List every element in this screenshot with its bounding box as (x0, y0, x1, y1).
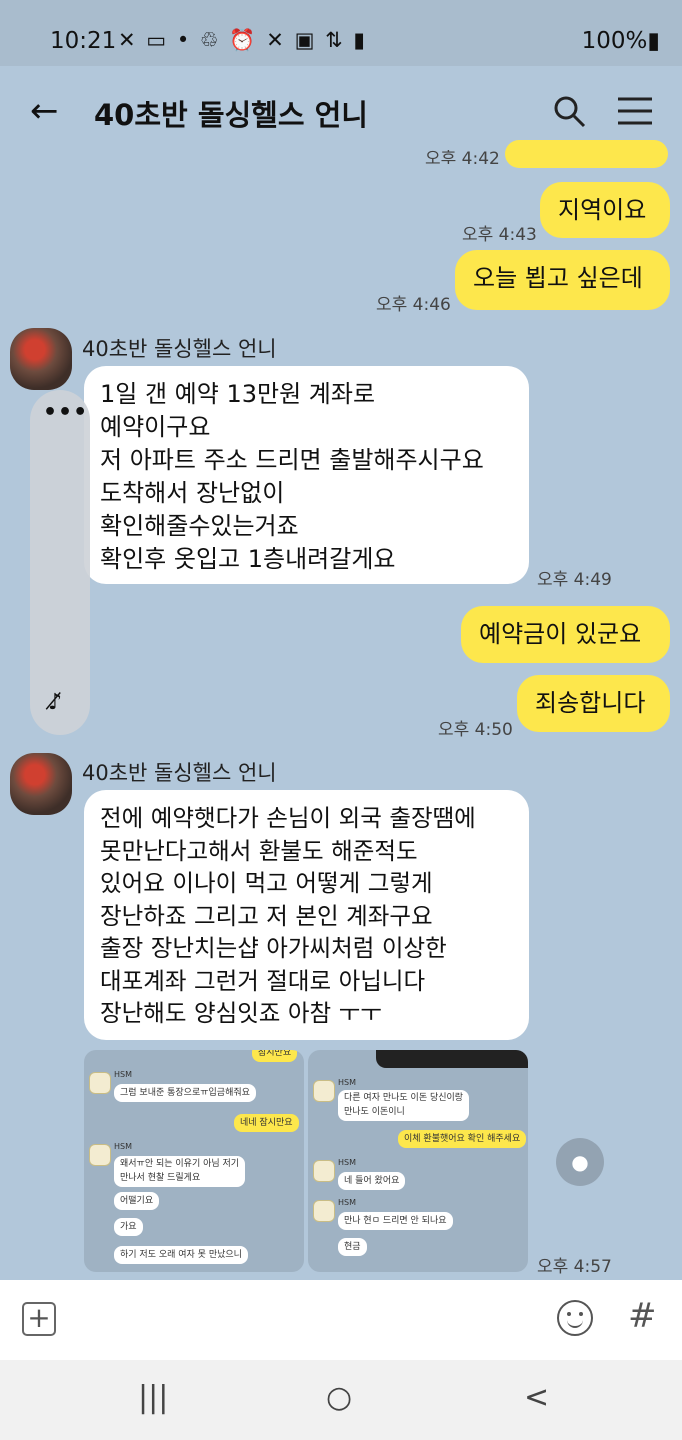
mute-icon[interactable]: ♪̸ (48, 690, 62, 715)
their-message-bubble[interactable]: 전에 예약햇다가 손님이 외국 출장땜에 못만난다고해서 환불도 해준적도 있어… (84, 790, 529, 1040)
mute-icon: ✕ (266, 28, 286, 52)
message-text: 오늘 뵙고 싶은데 (473, 264, 643, 292)
message-text: 예약금이 있군요 (479, 620, 642, 648)
emoji-icon[interactable] (557, 1300, 593, 1336)
emoji-eye (567, 1312, 571, 1316)
alarm-icon: ⏰ (229, 28, 258, 52)
emoji-eye (579, 1312, 583, 1316)
message-time: 오후 4:49 (537, 570, 612, 590)
battery-icon: ▮ (647, 28, 660, 54)
message-line: 예약이구요 (100, 413, 211, 441)
system-navigation-bar: ||| ○ < (0, 1360, 682, 1440)
dot-icon: • (176, 28, 192, 52)
message-line: 전에 예약햇다가 손님이 외국 출장땜에 (100, 804, 476, 832)
shot-text: 왜서ㅠ안 되는 이유기 아님 저기 만나서 현찰 드릴게요 (114, 1156, 246, 1187)
shot-text-line: 왜서ㅠ안 되는 이유기 아님 저기 (120, 1159, 240, 1169)
avatar[interactable] (10, 753, 72, 815)
chat-title: 40초반 돌싱헬스 언니 (94, 98, 368, 132)
my-message-bubble[interactable]: 오늘 뵙고 싶은데 (455, 250, 670, 310)
message-time: 오후 4:57 (537, 1257, 612, 1277)
hashtag-icon[interactable]: # (628, 1296, 657, 1336)
status-time: 10:21 (50, 28, 117, 54)
signal-icon: ▮ (353, 28, 367, 52)
back-icon[interactable]: < (524, 1380, 549, 1415)
message-line: 1일 갠 예약 13만원 계좌로 (100, 380, 376, 408)
shot-text: 다른 여자 만나도 이돈 당신이랑 만나도 이돈이니 (338, 1090, 470, 1121)
more-dots-icon[interactable]: ••• (43, 400, 88, 425)
shot-text: 네네 잠시만요 (234, 1114, 299, 1132)
shot-dark-bar (376, 1050, 528, 1068)
shot-text-line: 만나도 이돈이니 (344, 1107, 405, 1117)
shot-text: 어떨기요 (114, 1192, 160, 1210)
message-line: 못만난다고해서 환불도 해준적도 (100, 836, 418, 865)
partial-timestamp: 오후 4:42 (425, 150, 500, 164)
shot-avatar (313, 1200, 335, 1222)
message-text: 지역이요 (558, 196, 647, 224)
shot-name: HSM (114, 1142, 132, 1151)
shot-text: 만나 현ㅁ 드리면 안 되나요 (338, 1212, 453, 1230)
menu-icon[interactable] (618, 96, 652, 126)
shot-text: 그럼 보내준 통장으로ㅠ입금해줘요 (114, 1084, 256, 1102)
my-message-bubble[interactable]: 예약금이 있군요 (461, 606, 670, 663)
message-time: 오후 4:46 (376, 295, 451, 315)
back-arrow-icon[interactable]: ← (30, 94, 59, 128)
shot-text: 가요 (114, 1218, 143, 1236)
shot-text-line: 만나서 현찰 드릴게요 (120, 1173, 201, 1183)
message-time: 오후 4:50 (438, 720, 513, 740)
message-line: 장난해도 양심잇죠 아참 ㅜㅜ (100, 999, 382, 1027)
shot-name: HSM (338, 1158, 356, 1167)
recents-icon[interactable]: ||| (138, 1380, 168, 1415)
message-line: 확인후 옷입고 1층내려갈게요 (100, 545, 396, 573)
battery-level: 100%▮ (582, 28, 660, 54)
status-bar: 10:21 ✕ ▭ • ♲ ⏰ ✕ ▣ ⇅ ▮ 100%▮ (0, 0, 682, 66)
shot-text: 이체 환불햇어요 확인 해주세요 (398, 1130, 527, 1148)
message-input-bar: + # (0, 1280, 682, 1360)
status-icons: ✕ ▭ • ♲ ⏰ ✕ ▣ ⇅ ▮ (118, 28, 367, 53)
shot-avatar (89, 1144, 111, 1166)
shot-name: HSM (338, 1198, 356, 1207)
shot-avatar (313, 1160, 335, 1182)
battery-text: 100% (581, 28, 648, 54)
shot-text: 네 들어 왔어요 (338, 1172, 406, 1190)
message-line: 장난하죠 그리고 저 본인 계좌구요 (100, 901, 433, 930)
search-icon[interactable] (552, 94, 586, 128)
message-line: 대포계좌 그런거 절대로 아닙니다 (100, 966, 426, 995)
shot-text: 하기 저도 오래 여자 못 만났으니 (114, 1246, 248, 1264)
message-time: 오후 4:43 (462, 225, 537, 245)
speech-bubble-icon[interactable]: ● (556, 1138, 604, 1186)
sender-name: 40초반 돌싱헬스 언니 (82, 337, 277, 361)
5g-icon: ⇅ (325, 28, 345, 52)
shot-text: 잠시만요 (252, 1050, 298, 1062)
shot-avatar (89, 1072, 111, 1094)
shot-text: 현금 (338, 1238, 367, 1256)
emoji-mouth (567, 1319, 583, 1328)
message-line: 있어요 이나이 먹고 어떻게 그렇게 (100, 869, 433, 897)
partial-timestamp-text: 오후 4:42 (425, 150, 500, 164)
image-attachment-right[interactable]: HSM 다른 여자 만나도 이돈 당신이랑 만나도 이돈이니 이체 환불햇어요 … (308, 1050, 528, 1272)
message-text: 죄송합니다 (535, 689, 646, 717)
message-line: 확인해줄수있는거죠 (100, 512, 299, 540)
citi-icon: ▭ (146, 28, 169, 52)
partial-bubble (505, 140, 668, 168)
message-line: 저 아파트 주소 드리면 출발해주시구요 (100, 446, 484, 474)
their-message-bubble[interactable]: 1일 갠 예약 13만원 계좌로 예약이구요 저 아파트 주소 드리면 출발해주… (84, 366, 529, 584)
message-line: 도착해서 장난없이 (100, 479, 285, 507)
my-message-bubble[interactable]: 죄송합니다 (517, 675, 670, 732)
home-icon[interactable]: ○ (326, 1380, 352, 1415)
image-attachment-left[interactable]: 잠시만요 HSM 그럼 보내준 통장으로ㅠ입금해줘요 네네 잠시만요 HSM 왜… (84, 1050, 304, 1272)
shot-text-line: 다른 여자 만나도 이돈 당신이랑 (344, 1093, 464, 1103)
shot-name: HSM (338, 1078, 356, 1087)
avatar[interactable] (10, 328, 72, 390)
plus-icon[interactable]: + (22, 1302, 56, 1336)
shot-avatar (313, 1080, 335, 1102)
no-signal-icon: ✕ (118, 28, 138, 52)
recycle-icon: ♲ (199, 28, 221, 52)
hd-icon: ▣ (294, 28, 317, 52)
my-message-bubble[interactable]: 지역이요 (540, 182, 670, 238)
sender-name: 40초반 돌싱헬스 언니 (82, 761, 277, 785)
message-line: 출장 장난치는샵 아가씨처럼 이상한 (100, 934, 447, 962)
shot-name: HSM (114, 1070, 132, 1079)
edge-panel-handle[interactable]: ••• ♪̸ (30, 390, 90, 735)
